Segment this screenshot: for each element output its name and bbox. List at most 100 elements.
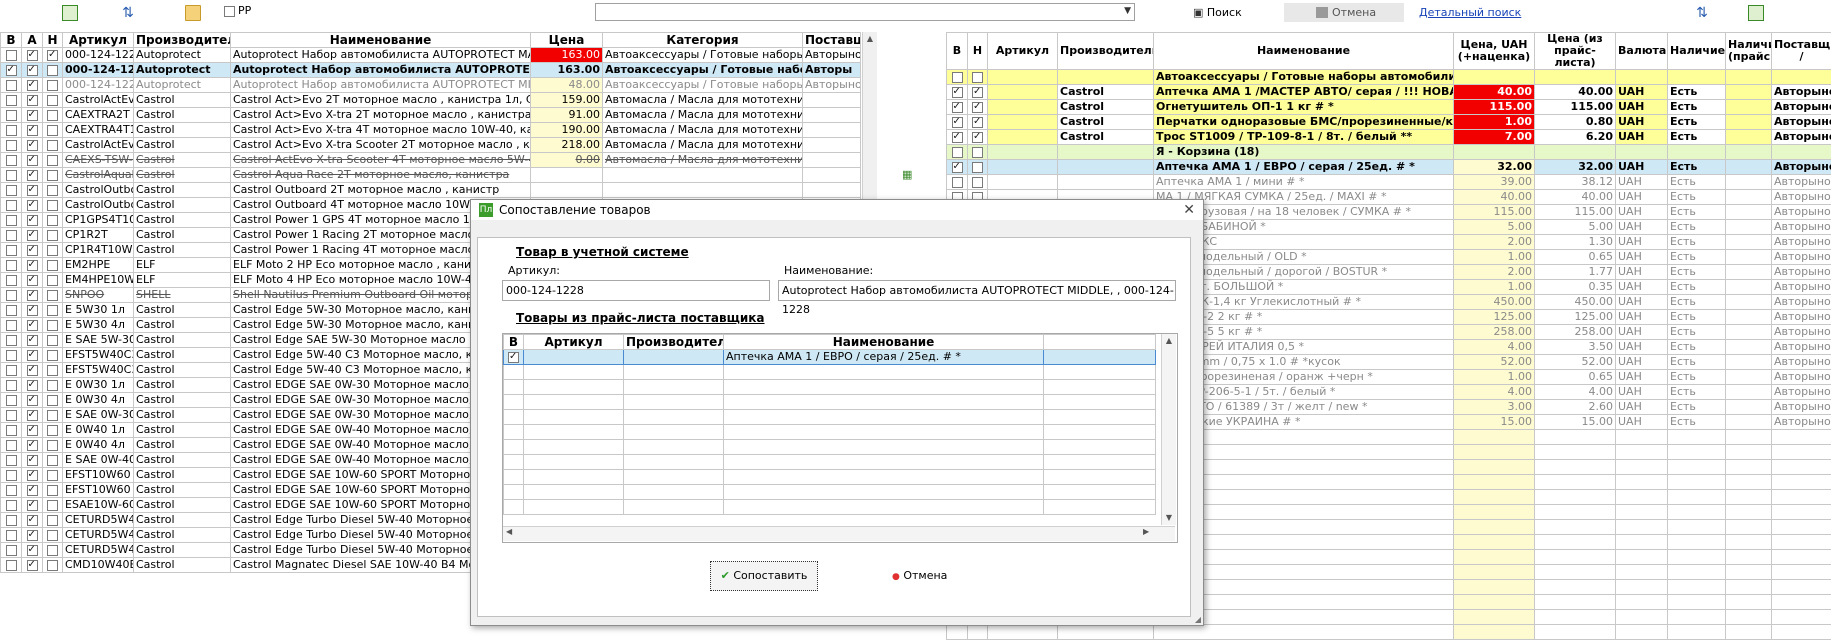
- new-checkbox[interactable]: [47, 470, 58, 481]
- scroll-right-icon[interactable]: ▶: [1143, 527, 1149, 536]
- dialog-col-header[interactable]: Наименование: [724, 335, 1044, 350]
- new-checkbox[interactable]: [47, 140, 58, 151]
- active-checkbox[interactable]: [27, 380, 38, 391]
- select-checkbox[interactable]: [6, 140, 17, 151]
- active-checkbox[interactable]: [27, 395, 38, 406]
- new-checkbox[interactable]: [47, 335, 58, 346]
- new-checkbox[interactable]: [47, 65, 58, 76]
- select-checkbox[interactable]: [6, 275, 17, 286]
- select-checkbox[interactable]: [6, 545, 17, 556]
- select-checkbox[interactable]: [6, 530, 17, 541]
- new-checkbox[interactable]: [47, 275, 58, 286]
- new-checkbox[interactable]: [47, 260, 58, 271]
- table-row[interactable]: 000-124-12AutoprotectAutoprotect Набор а…: [1, 63, 861, 78]
- select-checkbox[interactable]: [6, 320, 17, 331]
- select-checkbox[interactable]: [952, 87, 963, 98]
- select-checkbox[interactable]: [6, 95, 17, 106]
- new-checkbox[interactable]: [47, 455, 58, 466]
- left-col-header[interactable]: Цена: [531, 33, 603, 48]
- table-row[interactable]: CAEXTRA4T10CastrolCastrol Act>Evo X-tra …: [1, 123, 861, 138]
- select-checkbox[interactable]: [6, 110, 17, 121]
- select-checkbox[interactable]: [952, 177, 963, 188]
- active-checkbox[interactable]: [27, 320, 38, 331]
- active-checkbox[interactable]: [27, 140, 38, 151]
- select-checkbox[interactable]: [6, 455, 17, 466]
- new-checkbox[interactable]: [47, 320, 58, 331]
- active-checkbox[interactable]: [27, 170, 38, 181]
- select-checkbox[interactable]: [6, 350, 17, 361]
- sync-right-icon[interactable]: ⇅: [1694, 5, 1710, 21]
- close-icon[interactable]: ✕: [1183, 200, 1195, 220]
- new-checkbox[interactable]: [47, 380, 58, 391]
- active-checkbox[interactable]: [27, 200, 38, 211]
- cancel-search-button[interactable]: Отмена: [1284, 3, 1404, 22]
- new-checkbox[interactable]: [47, 530, 58, 541]
- detailed-search-link[interactable]: Детальный поиск: [1419, 6, 1521, 19]
- select-checkbox[interactable]: [6, 155, 17, 166]
- select-checkbox[interactable]: [6, 335, 17, 346]
- active-checkbox[interactable]: [27, 125, 38, 136]
- select-checkbox[interactable]: [6, 170, 17, 181]
- cancel-button[interactable]: ● Отмена: [892, 569, 947, 582]
- active-checkbox[interactable]: [27, 305, 38, 316]
- right-col-header[interactable]: Производитель: [1058, 33, 1154, 70]
- search-button[interactable]: ▣ Поиск: [1193, 3, 1242, 22]
- active-checkbox[interactable]: [27, 335, 38, 346]
- select-checkbox[interactable]: [952, 72, 963, 83]
- select-checkbox[interactable]: [6, 125, 17, 136]
- select-checkbox[interactable]: [952, 162, 963, 173]
- tree-icon[interactable]: ▦: [902, 168, 918, 182]
- select-checkbox[interactable]: [952, 117, 963, 128]
- active-checkbox[interactable]: [27, 290, 38, 301]
- table-row[interactable]: CastrolOutboaCastrolCastrol Outboard 2T …: [1, 183, 861, 198]
- article-field[interactable]: 000-124-1228: [502, 280, 770, 301]
- right-col-header[interactable]: Наименование: [1154, 33, 1454, 70]
- chevron-down-icon[interactable]: ▼: [1124, 6, 1131, 16]
- active-checkbox[interactable]: [27, 80, 38, 91]
- table-row[interactable]: Автоаксессуары / Готовые наборы автомоби…: [947, 70, 1831, 85]
- new-checkbox[interactable]: [47, 125, 58, 136]
- active-checkbox[interactable]: [27, 410, 38, 421]
- select-checkbox[interactable]: [6, 440, 17, 451]
- active-checkbox[interactable]: [27, 110, 38, 121]
- select-checkbox[interactable]: [6, 410, 17, 421]
- dialog-col-header[interactable]: Артикул: [524, 335, 624, 350]
- select-checkbox[interactable]: [6, 560, 17, 571]
- table-row[interactable]: CastrolActEvoCastrolCastrol Act>Evo 2T м…: [1, 93, 861, 108]
- select-checkbox[interactable]: [6, 80, 17, 91]
- table-row[interactable]: CastrolТрос ST1009 / TP-109-8-1 / 8т. / …: [947, 130, 1831, 145]
- folder-icon[interactable]: [185, 5, 201, 21]
- sync-icon[interactable]: ⇅: [120, 5, 136, 21]
- table-row[interactable]: 000-124-1229AutoprotectAutoprotect Набор…: [1, 48, 861, 63]
- right-col-header[interactable]: Артикул: [988, 33, 1058, 70]
- active-checkbox[interactable]: [27, 425, 38, 436]
- new-checkbox[interactable]: [47, 185, 58, 196]
- right-col-header[interactable]: Н: [968, 33, 988, 70]
- new-checkbox[interactable]: [47, 95, 58, 106]
- new-checkbox[interactable]: [47, 110, 58, 121]
- active-checkbox[interactable]: [27, 65, 38, 76]
- new-checkbox[interactable]: [972, 102, 983, 113]
- new-checkbox[interactable]: [972, 117, 983, 128]
- active-checkbox[interactable]: [27, 230, 38, 241]
- new-checkbox[interactable]: [47, 290, 58, 301]
- right-col-header[interactable]: Цена, UAH (+наценка): [1454, 33, 1535, 70]
- new-checkbox[interactable]: [972, 162, 983, 173]
- right-col-header[interactable]: Поставщик /: [1772, 33, 1831, 70]
- dialog-grid-hscrollbar[interactable]: ◀ ▶: [503, 526, 1175, 541]
- scroll-left-icon[interactable]: ◀: [506, 527, 512, 536]
- select-checkbox[interactable]: [6, 260, 17, 271]
- active-checkbox[interactable]: [27, 275, 38, 286]
- new-checkbox[interactable]: [47, 230, 58, 241]
- select-checkbox[interactable]: [6, 380, 17, 391]
- active-checkbox[interactable]: [27, 185, 38, 196]
- select-checkbox[interactable]: [6, 50, 17, 61]
- new-checkbox[interactable]: [47, 425, 58, 436]
- export-right-icon[interactable]: [1748, 5, 1764, 21]
- right-col-header[interactable]: В: [947, 33, 968, 70]
- new-checkbox[interactable]: [47, 365, 58, 376]
- table-row[interactable]: CastrolActEvoCastrolCastrol Act>Evo X-tr…: [1, 138, 861, 153]
- table-row[interactable]: CAEXS-TSW-KCastrolCastrol ActEvo X-tra S…: [1, 153, 861, 168]
- new-checkbox[interactable]: [47, 485, 58, 496]
- new-checkbox[interactable]: [47, 545, 58, 556]
